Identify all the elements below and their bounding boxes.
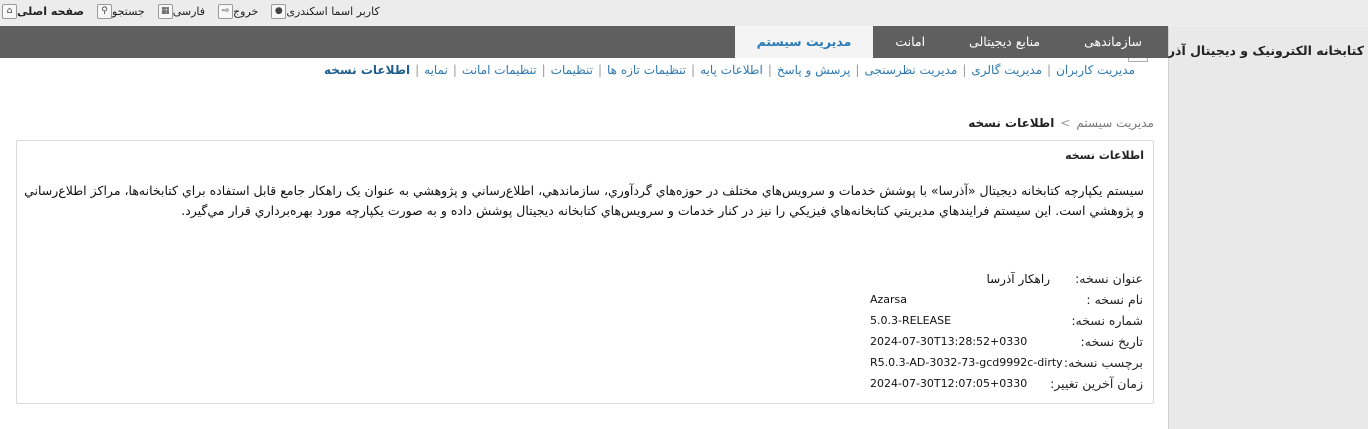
separator: | xyxy=(452,63,457,77)
breadcrumb-current: اطلاعات نسخه xyxy=(968,116,1055,130)
field-label: زمان آخرین تغییر: xyxy=(1050,376,1143,391)
search-icon: ⚲ xyxy=(97,4,112,19)
breadcrumb: مدیریت سیستم > اطلاعات نسخه xyxy=(968,116,1154,130)
panel-description: سيستم يکپارچه کتابخانه ديجيتال «آذرسا» ب… xyxy=(24,183,1144,218)
field-row: عنوان نسخه: راهکار آذرسا xyxy=(870,268,1143,289)
breadcrumb-root[interactable]: مدیریت سیستم xyxy=(1076,116,1154,130)
field-label: تاریخ نسخه: xyxy=(1080,334,1143,349)
sub-nav: مدیریت کاربران | مدیریت گالری | مدیریت ن… xyxy=(324,63,1135,77)
field-value: 2024-07-30T13:28:52+0330 xyxy=(870,335,1028,348)
separator: | xyxy=(962,63,967,77)
language-link[interactable]: ▦ فارسی xyxy=(156,4,208,19)
field-row: برچسب نسخه: R5.0.3-AD-3032-73-gcd9992c-d… xyxy=(870,352,1143,373)
field-value: Azarsa xyxy=(870,293,908,306)
field-row: نام نسخه : Azarsa xyxy=(870,289,1143,310)
subnav-news-settings[interactable]: تنظیمات تازه ها xyxy=(607,63,686,77)
field-row: زمان آخرین تغییر: 2024-07-30T12:07:05+03… xyxy=(870,373,1143,394)
separator: | xyxy=(1047,63,1052,77)
user-icon: ● xyxy=(271,4,287,19)
home-link[interactable]: ⌂ صفحه اصلی xyxy=(0,4,87,19)
tab-organize[interactable]: سازماندهی xyxy=(1062,26,1164,58)
main-nav: سازماندهی منابع دیجیتالی امانت مدیریت سی… xyxy=(0,26,1168,58)
field-row: تاریخ نسخه: 2024-07-30T13:28:52+0330 xyxy=(870,331,1143,352)
search-label: جستجو xyxy=(112,5,145,18)
subnav-user-management[interactable]: مدیریت کاربران xyxy=(1056,63,1135,77)
version-fields: عنوان نسخه: راهکار آذرسا نام نسخه : Azar… xyxy=(870,268,1143,394)
separator: | xyxy=(597,63,603,77)
tab-digital-resources[interactable]: منابع دیجیتالی xyxy=(947,26,1062,58)
field-label: شماره نسخه: xyxy=(1071,313,1143,328)
tab-system-management[interactable]: مدیریت سیستم xyxy=(734,26,874,58)
subnav-settings[interactable]: تنظیمات xyxy=(551,63,593,77)
separator: | xyxy=(541,63,546,77)
subnav-gallery-management[interactable]: مدیریت گالری xyxy=(971,63,1042,77)
subnav-loan-settings[interactable]: تنظیمات امانت xyxy=(462,63,537,77)
logout-link[interactable]: ⇨ خروج xyxy=(216,4,261,19)
separator: | xyxy=(415,63,420,77)
separator: | xyxy=(691,63,696,77)
home-label: صفحه اصلی xyxy=(17,5,84,18)
tab-loan[interactable]: امانت xyxy=(873,26,947,58)
keyboard-icon: ▦ xyxy=(157,4,173,19)
right-sidebar xyxy=(1168,27,1368,429)
top-toolbar: ⌂ صفحه اصلی ⚲ جستجو ▦ فارسی ⇨ خروج ● کار… xyxy=(0,0,1368,28)
subnav-qa[interactable]: پرسش و پاسخ xyxy=(777,63,851,77)
field-label: عنوان نسخه: xyxy=(1075,271,1143,286)
field-label: نام نسخه : xyxy=(1086,292,1143,307)
subnav-version-info[interactable]: اطلاعات نسخه xyxy=(324,63,410,77)
logout-label: خروج xyxy=(233,5,259,18)
language-label: فارسی xyxy=(172,5,206,18)
version-info-panel: اطلاعات نسخه سيستم يکپارچه کتابخانه ديجي… xyxy=(16,140,1154,404)
separator: | xyxy=(855,63,860,77)
field-value: 2024-07-30T12:07:05+0330 xyxy=(870,377,1028,390)
subnav-index[interactable]: نمایه xyxy=(424,63,448,77)
field-label: برچسب نسخه: xyxy=(1063,355,1143,370)
subnav-base-info[interactable]: اطلاعات پایه xyxy=(700,63,763,77)
field-value: 5.0.3-RELEASE xyxy=(870,314,952,327)
field-value: R5.0.3-AD-3032-73-gcd9992c-dirty xyxy=(870,356,1063,369)
home-icon: ⌂ xyxy=(2,4,17,19)
logout-icon: ⇨ xyxy=(218,4,234,19)
subnav-poll-management[interactable]: مدیریت نظرسنجی xyxy=(864,63,957,77)
field-row: شماره نسخه: 5.0.3-RELEASE xyxy=(870,310,1143,331)
tab-list: سازماندهی منابع دیجیتالی امانت مدیریت سی… xyxy=(734,26,1164,58)
user-label: کاربر اسما اسکندری xyxy=(286,5,380,18)
brand-title: کتابخانه الکترونیک و دیجیتال آذرسا xyxy=(1150,42,1364,58)
top-links: ⌂ صفحه اصلی ⚲ جستجو ▦ فارسی ⇨ خروج ● کار… xyxy=(0,4,391,19)
search-link[interactable]: ⚲ جستجو xyxy=(95,4,148,19)
field-value: راهکار آذرسا xyxy=(986,271,1050,286)
breadcrumb-arrow: > xyxy=(1060,116,1071,130)
panel-title: اطلاعات نسخه xyxy=(1065,149,1144,162)
separator: | xyxy=(767,63,772,77)
user-link[interactable]: ● کاربر اسما اسکندری xyxy=(269,4,382,19)
